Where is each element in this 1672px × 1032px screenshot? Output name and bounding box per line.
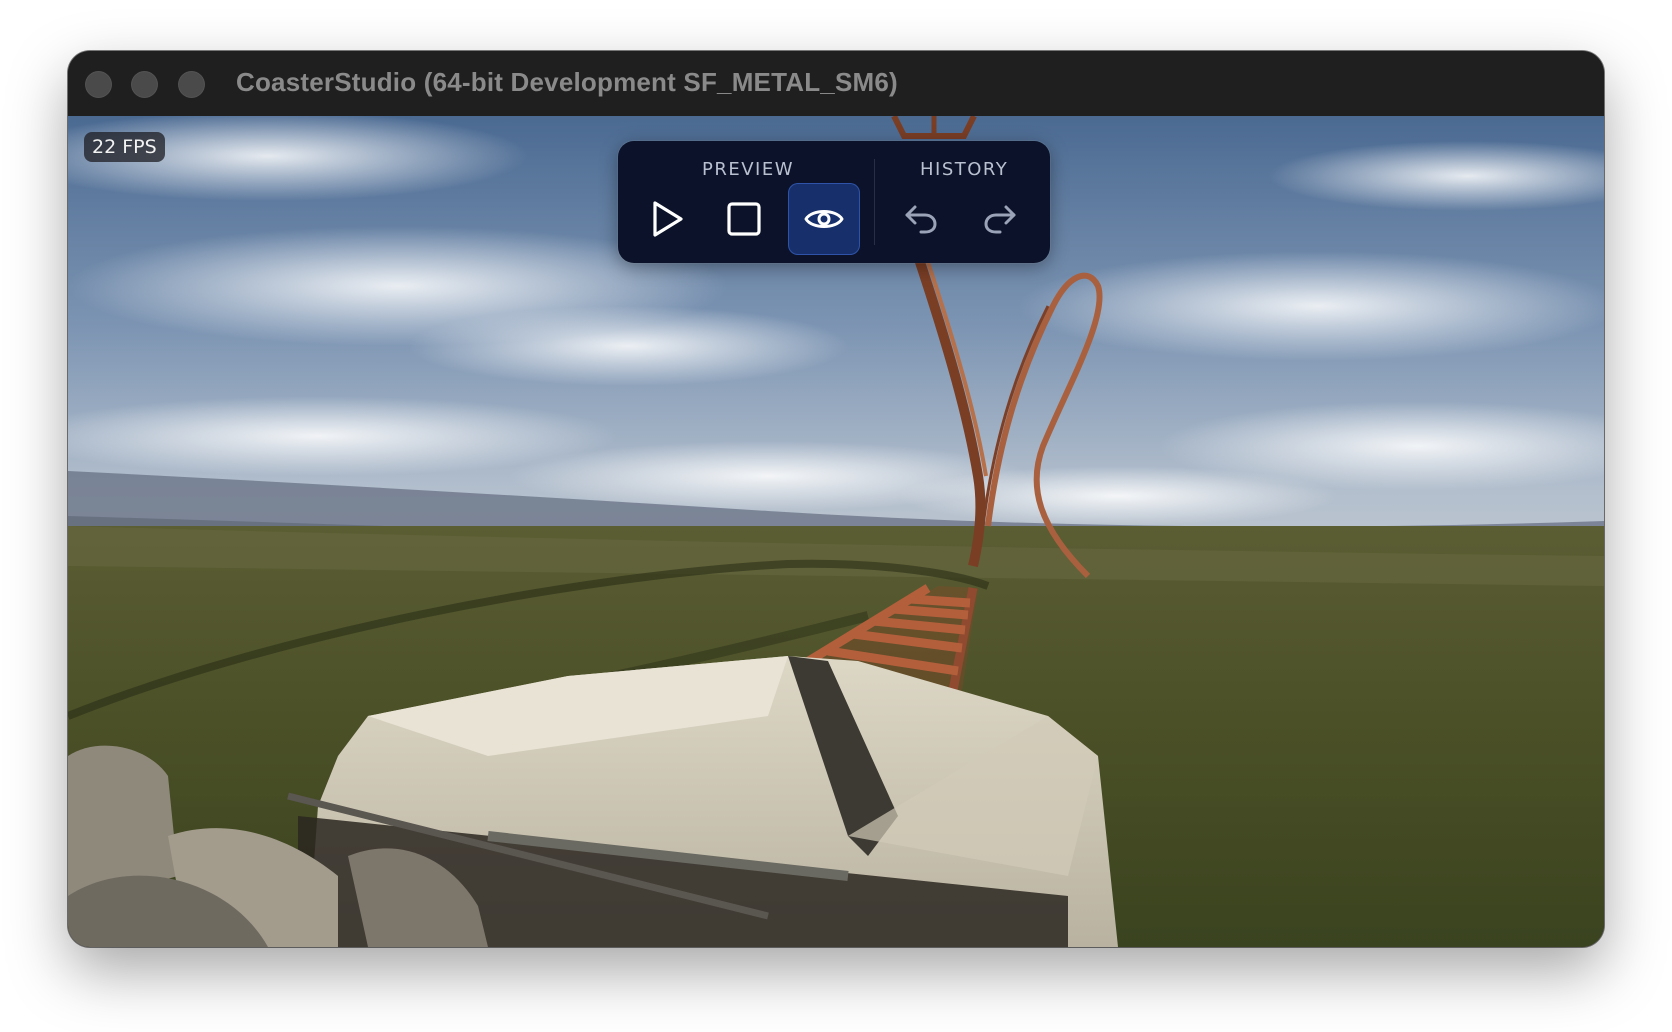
redo-icon: [984, 205, 1016, 234]
redo-button[interactable]: [964, 183, 1036, 255]
stop-button[interactable]: [708, 183, 780, 255]
undo-icon: [905, 205, 937, 234]
preview-section-label: PREVIEW: [702, 159, 795, 180]
stop-icon: [727, 202, 761, 236]
preview-camera-button[interactable]: [788, 183, 860, 255]
window-title: CoasterStudio (64-bit Development SF_MET…: [236, 67, 898, 97]
undo-button[interactable]: [885, 183, 957, 255]
close-window-button[interactable]: [85, 71, 112, 98]
play-icon: [653, 201, 683, 237]
minimize-window-button[interactable]: [131, 71, 158, 98]
history-section-label: HISTORY: [920, 159, 1009, 180]
toolbar-divider: [874, 159, 875, 245]
fps-counter: 22 FPS: [84, 132, 165, 162]
title-bar: CoasterStudio (64-bit Development SF_MET…: [68, 51, 1604, 116]
3d-viewport[interactable]: 22 FPS PREVIEW HISTORY: [68, 116, 1604, 947]
floating-toolbar: PREVIEW HISTORY: [618, 141, 1050, 263]
eye-icon: [804, 210, 844, 228]
zoom-window-button[interactable]: [178, 71, 205, 98]
app-window: CoasterStudio (64-bit Development SF_MET…: [68, 51, 1604, 947]
play-button[interactable]: [631, 183, 703, 255]
